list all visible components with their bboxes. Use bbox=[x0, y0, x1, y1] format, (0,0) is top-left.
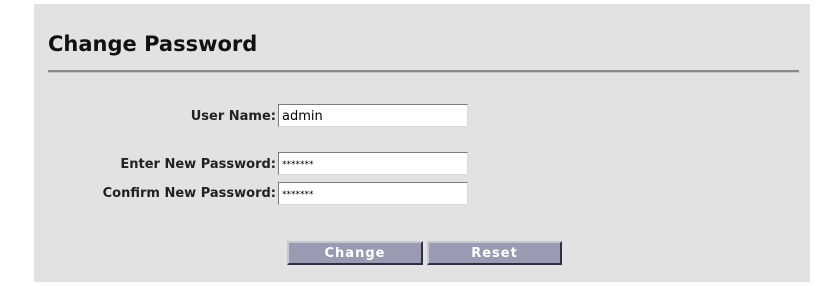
reset-button[interactable]: Reset bbox=[427, 241, 562, 265]
confirm-password-field[interactable] bbox=[278, 182, 468, 205]
new-password-label: Enter New Password: bbox=[120, 157, 276, 172]
confirm-password-label: Confirm New Password: bbox=[102, 186, 276, 201]
change-button[interactable]: Change bbox=[287, 241, 423, 265]
page-title: Change Password bbox=[48, 32, 258, 56]
title-divider bbox=[48, 70, 799, 73]
username-field[interactable] bbox=[278, 104, 468, 127]
new-password-field[interactable] bbox=[278, 152, 468, 175]
username-label: User Name: bbox=[190, 109, 276, 124]
